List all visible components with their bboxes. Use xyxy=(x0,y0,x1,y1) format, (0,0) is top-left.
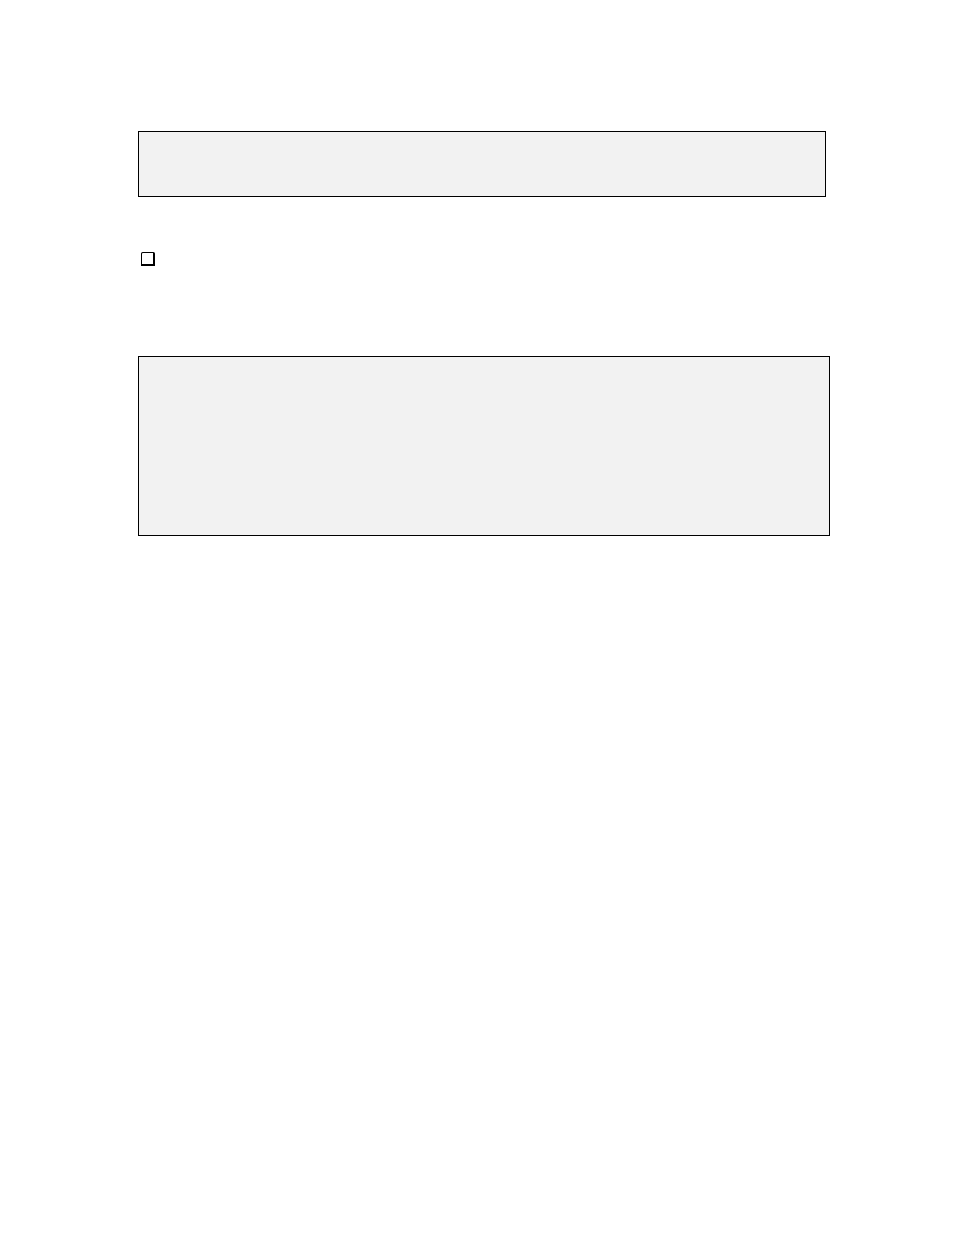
content-box-2 xyxy=(138,356,830,536)
bullet-square-icon xyxy=(141,252,155,266)
content-box-1 xyxy=(138,131,826,197)
